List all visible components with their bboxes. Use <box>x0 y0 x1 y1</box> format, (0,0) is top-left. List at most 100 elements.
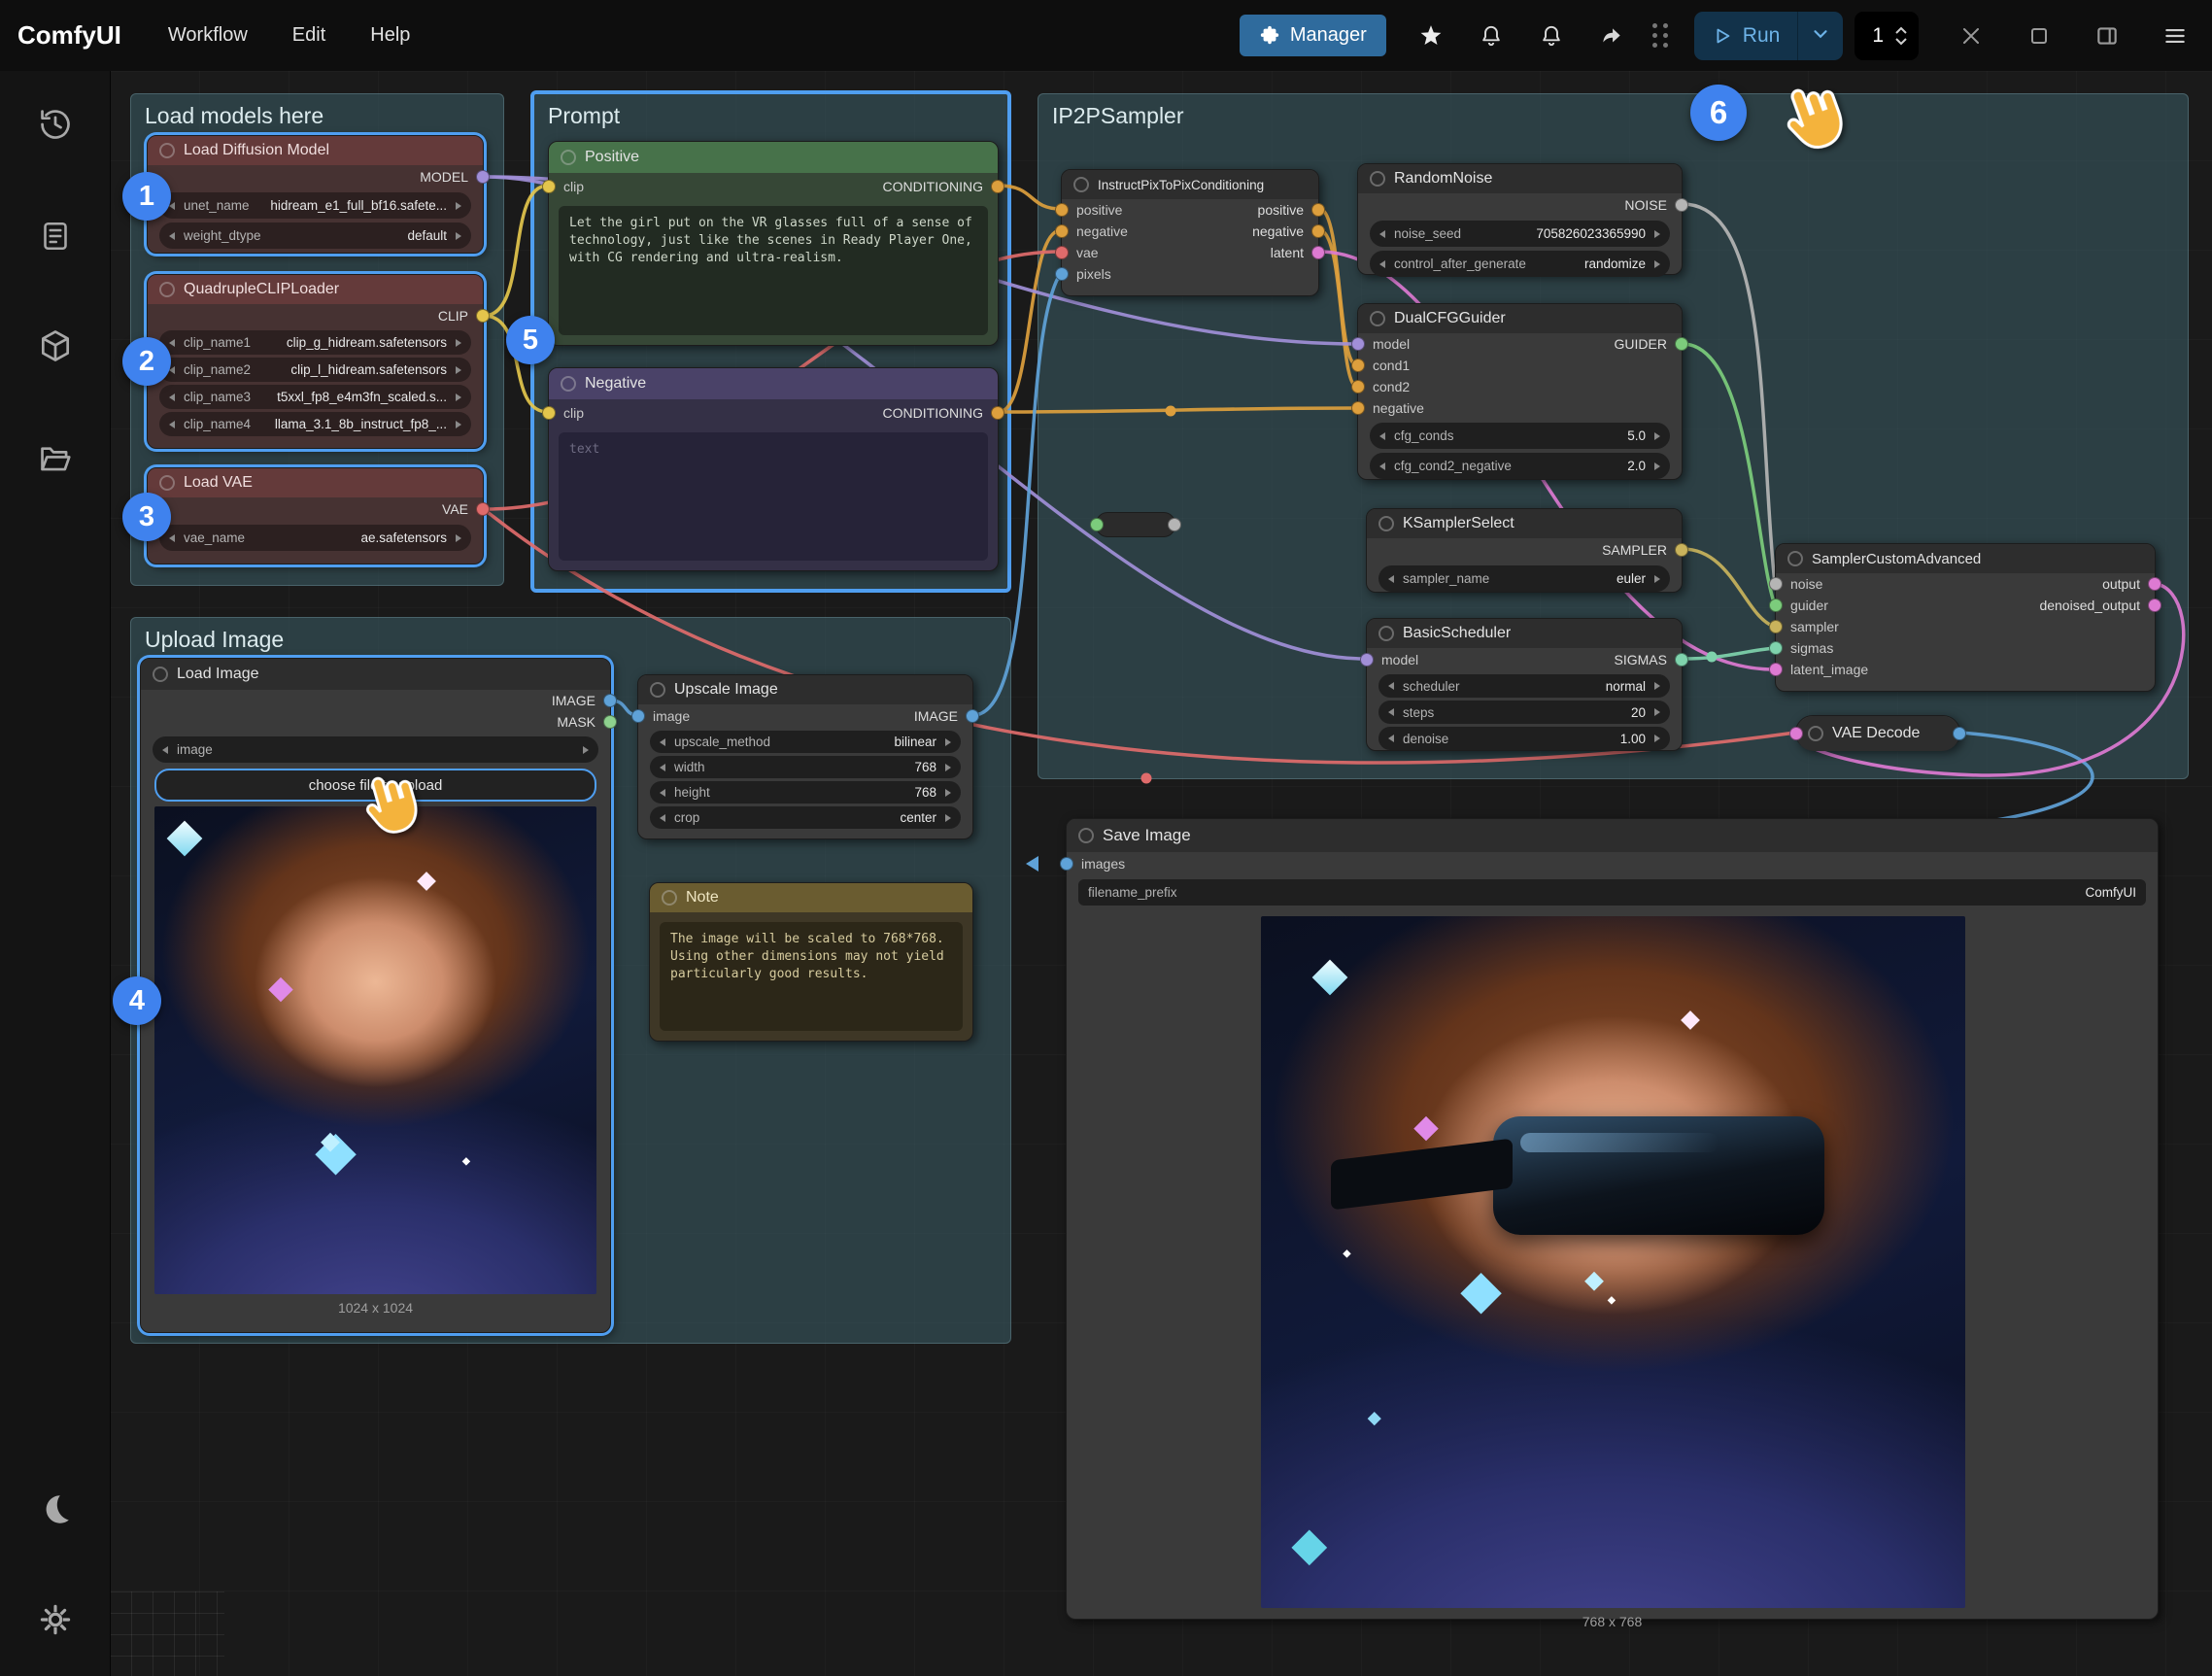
node-negative-prompt[interactable]: Negative clip CONDITIONING text <box>548 367 999 571</box>
collapse-toggle[interactable] <box>159 475 175 491</box>
model-output-slot[interactable] <box>476 170 490 184</box>
node-basic-scheduler[interactable]: BasicScheduler model SIGMAS scheduler no… <box>1366 618 1683 751</box>
latent-image-input-slot[interactable] <box>1769 663 1783 676</box>
widget-cfg-conds[interactable]: cfg_conds 5.0 <box>1370 423 1670 449</box>
output-slot[interactable] <box>2148 577 2161 591</box>
sigmas-output-slot[interactable] <box>1675 653 1688 667</box>
widget-cfg-cond2-negative[interactable]: cfg_cond2_negative 2.0 <box>1370 453 1670 479</box>
menu-help[interactable]: Help <box>370 24 410 47</box>
next-arrow-icon[interactable] <box>456 421 461 428</box>
vae-input-slot[interactable] <box>1055 246 1069 259</box>
noise-input-slot[interactable] <box>1769 577 1783 591</box>
next-arrow-icon[interactable] <box>456 339 461 347</box>
next-arrow-icon[interactable] <box>1654 462 1660 470</box>
reroute-input-slot[interactable] <box>1090 518 1104 531</box>
node-sampler-custom-advanced[interactable]: SamplerCustomAdvanced noise output guide… <box>1775 543 2156 692</box>
prev-arrow-icon[interactable] <box>1388 575 1394 583</box>
collapse-toggle[interactable] <box>1078 828 1094 843</box>
prev-arrow-icon[interactable] <box>162 746 168 754</box>
next-arrow-icon[interactable] <box>945 738 951 746</box>
manager-button[interactable]: Manager <box>1240 15 1386 56</box>
next-arrow-icon[interactable] <box>456 366 461 374</box>
negative-input-slot[interactable] <box>1055 224 1069 238</box>
next-arrow-icon[interactable] <box>456 393 461 401</box>
next-arrow-icon[interactable] <box>1654 230 1660 238</box>
prev-arrow-icon[interactable] <box>169 232 175 240</box>
next-arrow-icon[interactable] <box>945 814 951 822</box>
prev-arrow-icon[interactable] <box>1379 432 1385 440</box>
node-dual-cfg-guider[interactable]: DualCFGGuider model GUIDER cond1 cond2 n… <box>1357 303 1683 480</box>
sigmas-input-slot[interactable] <box>1769 641 1783 655</box>
prev-arrow-icon[interactable] <box>169 393 175 401</box>
collapse-toggle[interactable] <box>153 667 168 682</box>
node-vae-decode[interactable]: VAE Decode <box>1795 715 1960 750</box>
bell-alt-icon[interactable] <box>1532 17 1571 55</box>
reroute-output-slot[interactable] <box>1168 518 1181 531</box>
collapse-toggle[interactable] <box>159 282 175 297</box>
next-arrow-icon[interactable] <box>945 764 951 771</box>
next-arrow-icon[interactable] <box>456 202 461 210</box>
stop-square-icon[interactable] <box>2020 17 2059 55</box>
widget-clip-name4[interactable]: clip_name4 llama_3.1_8b_instruct_fp8_... <box>159 412 471 436</box>
prev-arrow-icon[interactable] <box>1379 260 1385 268</box>
vae-output-slot[interactable] <box>476 502 490 516</box>
widget-sampler-name[interactable]: sampler_name euler <box>1378 565 1670 592</box>
next-arrow-icon[interactable] <box>1654 708 1660 716</box>
sampler-input-slot[interactable] <box>1769 620 1783 633</box>
clip-input-slot[interactable] <box>542 180 556 193</box>
next-arrow-icon[interactable] <box>1654 575 1660 583</box>
negative-input-slot[interactable] <box>1351 401 1365 415</box>
queue-count-box[interactable]: 1 <box>1855 12 1919 60</box>
widget-image-select[interactable]: image <box>153 736 598 763</box>
guider-input-slot[interactable] <box>1769 599 1783 612</box>
noise-output-slot[interactable] <box>1675 198 1688 212</box>
widget-control-after-generate[interactable]: control_after_generate randomize <box>1370 251 1670 277</box>
node-load-image[interactable]: Load Image IMAGE MASK image choose file … <box>140 658 611 1333</box>
hamburger-menu-icon[interactable] <box>2156 17 2195 55</box>
conditioning-output-slot[interactable] <box>991 406 1004 420</box>
positive-input-slot[interactable] <box>1055 203 1069 217</box>
prev-arrow-icon[interactable] <box>660 814 665 822</box>
image-output-slot[interactable] <box>1953 727 1966 740</box>
images-input-slot[interactable] <box>1060 857 1073 871</box>
widget-noise-seed[interactable]: noise_seed 705826023365990 <box>1370 221 1670 247</box>
prompt-textarea[interactable]: text <box>559 432 988 561</box>
menu-workflow[interactable]: Workflow <box>168 24 248 47</box>
prev-arrow-icon[interactable] <box>1388 708 1394 716</box>
prev-arrow-icon[interactable] <box>660 738 665 746</box>
run-options-chevron-icon[interactable] <box>1797 12 1843 60</box>
widget-crop[interactable]: crop center <box>650 806 961 829</box>
collapse-toggle[interactable] <box>1378 626 1394 641</box>
next-arrow-icon[interactable] <box>1654 260 1660 268</box>
collapse-toggle[interactable] <box>1073 177 1089 192</box>
node-quadruple-clip-loader[interactable]: QuadrupleCLIPLoader CLIP clip_name1 clip… <box>147 274 484 449</box>
queue-decrement-icon[interactable] <box>1893 37 1909 47</box>
queue-increment-icon[interactable] <box>1893 25 1909 35</box>
menu-edit[interactable]: Edit <box>292 24 325 47</box>
next-arrow-icon[interactable] <box>1654 682 1660 690</box>
settings-gear-icon[interactable] <box>34 1598 77 1641</box>
pixels-input-slot[interactable] <box>1055 267 1069 281</box>
collapse-toggle[interactable] <box>1370 311 1385 326</box>
dark-mode-moon-icon[interactable] <box>34 1488 77 1530</box>
collapse-toggle[interactable] <box>561 150 576 165</box>
next-arrow-icon[interactable] <box>1654 735 1660 742</box>
workflows-folder-icon[interactable] <box>34 437 77 480</box>
clip-output-slot[interactable] <box>476 309 490 323</box>
model-input-slot[interactable] <box>1351 337 1365 351</box>
clip-input-slot[interactable] <box>542 406 556 420</box>
conditioning-output-slot[interactable] <box>991 180 1004 193</box>
image-output-slot[interactable] <box>603 694 617 707</box>
node-library-cube-icon[interactable] <box>34 325 77 367</box>
prev-arrow-icon[interactable] <box>1379 462 1385 470</box>
guider-output-slot[interactable] <box>1675 337 1688 351</box>
node-positive-prompt[interactable]: Positive clip CONDITIONING Let the girl … <box>548 141 999 346</box>
cond2-input-slot[interactable] <box>1351 380 1365 393</box>
node-note[interactable]: Note The image will be scaled to 768*768… <box>649 882 973 1042</box>
star-icon[interactable] <box>1412 17 1450 55</box>
run-button[interactable]: Run <box>1694 12 1798 60</box>
prev-arrow-icon[interactable] <box>660 764 665 771</box>
prev-arrow-icon[interactable] <box>660 789 665 797</box>
collapse-toggle[interactable] <box>561 376 576 392</box>
widget-upscale-method[interactable]: upscale_method bilinear <box>650 731 961 753</box>
